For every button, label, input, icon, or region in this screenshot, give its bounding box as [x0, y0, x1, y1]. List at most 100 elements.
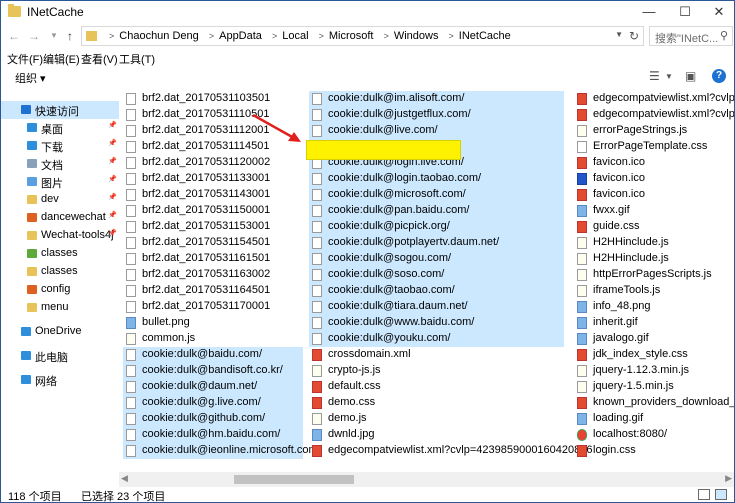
breadcrumb-item[interactable]: Chaochun Deng	[119, 30, 199, 42]
file-item[interactable]: favicon.ico	[574, 187, 734, 203]
nav-item[interactable]: 图片 📌	[1, 173, 119, 191]
nav-item[interactable]: 此电脑	[1, 347, 119, 365]
nav-item[interactable]: dev 📌	[1, 191, 119, 209]
file-item[interactable]: brf2.dat_20170531163002	[123, 267, 303, 283]
file-item[interactable]: brf2.dat_20170531150001	[123, 203, 303, 219]
file-item[interactable]: guide.css	[574, 219, 734, 235]
file-item[interactable]: dwnld.jpg	[309, 427, 564, 443]
nav-item[interactable]: 桌面 📌	[1, 119, 119, 137]
file-item[interactable]: jquery-1.5.min.js	[574, 379, 734, 395]
file-item[interactable]: cookie:dulk@daum.net/	[123, 379, 303, 395]
file-item[interactable]: crossdomain.xml	[309, 347, 564, 363]
file-item[interactable]: brf2.dat_20170531103501	[123, 91, 303, 107]
maximize-button[interactable]: ☐	[667, 1, 703, 23]
file-item[interactable]: cookie:dulk@picpick.org/	[309, 219, 564, 235]
file-item[interactable]: cookie:dulk@ieonline.microsoft.com/	[123, 443, 321, 459]
file-item[interactable]: fwxx.gif	[574, 203, 734, 219]
file-item[interactable]: cookie:dulk@youku.com/	[309, 331, 564, 347]
nav-item[interactable]: Wechat-tools4j 📌	[1, 227, 119, 245]
file-item[interactable]: default.css	[309, 379, 564, 395]
file-item[interactable]: httpErrorPagesScripts.js	[574, 267, 734, 283]
file-item[interactable]: bullet.png	[123, 315, 303, 331]
nav-item[interactable]: 下载 📌	[1, 137, 119, 155]
file-item[interactable]: brf2.dat_20170531164501	[123, 283, 303, 299]
menu-tools[interactable]: 工具(T)	[119, 51, 155, 67]
file-item[interactable]: demo.js	[309, 411, 564, 427]
scrollbar-thumb[interactable]	[234, 475, 354, 484]
file-item[interactable]: brf2.dat_20170531133001	[123, 171, 303, 187]
nav-item[interactable]: menu	[1, 299, 119, 317]
file-item[interactable]: info_48.png	[574, 299, 734, 315]
preview-pane-icon[interactable]: ▣	[685, 69, 696, 83]
file-item[interactable]: errorPageStrings.js	[574, 123, 734, 139]
scroll-left-icon[interactable]: ◀	[121, 473, 128, 484]
address-bar[interactable]: > Chaochun Deng > AppData > Local > Microsof…	[81, 26, 644, 46]
file-item[interactable]: cookie:dulk@justgetflux.com/	[309, 107, 564, 123]
file-item[interactable]: login.css	[574, 443, 734, 459]
up-arrow-icon[interactable]: ↑	[61, 27, 79, 45]
file-item[interactable]: brf2.dat_20170531112001	[123, 123, 303, 139]
minimize-button[interactable]: —	[631, 1, 667, 23]
file-item[interactable]: cookie:dulk@live.com/	[309, 123, 564, 139]
breadcrumb-item[interactable]: Windows	[394, 30, 439, 42]
file-item[interactable]: localhost:8080/	[574, 427, 734, 443]
nav-item[interactable]: 文档 📌	[1, 155, 119, 173]
help-icon[interactable]: ?	[712, 69, 726, 83]
menu-view[interactable]: 查看(V)	[81, 51, 118, 67]
file-item[interactable]: favicon.ico	[574, 155, 734, 171]
file-item[interactable]: cookie:dulk@microsoft.com/	[309, 187, 564, 203]
file-item[interactable]: cookie:dulk@www.baidu.com/	[309, 315, 564, 331]
forward-arrow-icon[interactable]: →	[25, 27, 43, 45]
breadcrumb-item[interactable]: AppData	[219, 30, 262, 42]
file-item[interactable]: edgecompatviewlist.xml?cvlp=423985900016…	[309, 443, 593, 459]
file-item[interactable]: crypto-js.js	[309, 363, 564, 379]
chevron-down-icon[interactable]: ▼	[665, 72, 673, 81]
file-item[interactable]: cookie:dulk@g.live.com/	[123, 395, 303, 411]
search-icon[interactable]: ⚲	[720, 29, 728, 42]
nav-item[interactable]: 快速访问	[1, 101, 119, 119]
file-item[interactable]: cookie:dulk@hm.baidu.com/	[123, 427, 303, 443]
horizontal-scrollbar[interactable]: ◀ ▶	[119, 472, 734, 487]
file-item[interactable]: cookie:dulk@baidu.com/	[123, 347, 303, 363]
view-options-icon[interactable]: ☰	[649, 69, 660, 83]
file-item[interactable]: brf2.dat_20170531143001	[123, 187, 303, 203]
file-item[interactable]: jquery-1.12.3.min.js	[574, 363, 734, 379]
breadcrumb-item[interactable]: Local	[282, 30, 308, 42]
nav-item[interactable]: classes	[1, 245, 119, 263]
file-item[interactable]: cookie:dulk@github.com/	[123, 411, 303, 427]
nav-item[interactable]: dancewechat 📌	[1, 209, 119, 227]
back-arrow-icon[interactable]: ←	[5, 27, 23, 45]
file-item[interactable]: cookie:dulk@login.taobao.com/	[309, 171, 564, 187]
scroll-right-icon[interactable]: ▶	[725, 473, 732, 484]
file-item[interactable]: ErrorPageTemplate.css	[574, 139, 734, 155]
file-item[interactable]: iframeTools.js	[574, 283, 734, 299]
organize-button[interactable]: 组织 ▾	[15, 70, 46, 86]
file-item[interactable]: H2HHinclude.js	[574, 251, 734, 267]
file-item[interactable]: brf2.dat_20170531120002	[123, 155, 303, 171]
file-item[interactable]: favicon.ico	[574, 171, 734, 187]
file-item[interactable]: demo.css	[309, 395, 564, 411]
file-item[interactable]: cookie:dulk@pan.baidu.com/	[309, 203, 564, 219]
file-item[interactable]: javalogo.gif	[574, 331, 734, 347]
file-item[interactable]: cookie:dulk@bandisoft.co.kr/	[123, 363, 303, 379]
large-icons-view-icon[interactable]	[715, 489, 727, 500]
file-item[interactable]: cookie:dulk@im.alisoft.com/	[309, 91, 564, 107]
file-item[interactable]: common.js	[123, 331, 303, 347]
file-item[interactable]: brf2.dat_20170531110501	[123, 107, 303, 123]
file-item[interactable]: cookie:dulk@tiara.daum.net/	[309, 299, 564, 315]
nav-item[interactable]: OneDrive	[1, 323, 119, 341]
details-view-icon[interactable]	[698, 489, 710, 500]
file-item[interactable]: H2HHinclude.js	[574, 235, 734, 251]
file-item[interactable]: loading.gif	[574, 411, 734, 427]
file-item[interactable]: brf2.dat_20170531161501	[123, 251, 303, 267]
file-item[interactable]: cookie:dulk@taobao.com/	[309, 283, 564, 299]
close-button[interactable]: ✕	[701, 1, 735, 23]
file-item[interactable]: brf2.dat_20170531154501	[123, 235, 303, 251]
nav-item[interactable]: classes	[1, 263, 119, 281]
file-item[interactable]: brf2.dat_20170531170001	[123, 299, 303, 315]
refresh-icon[interactable]: ↻	[629, 29, 639, 43]
file-item[interactable]: cookie:dulk@potplayertv.daum.net/	[309, 235, 564, 251]
nav-item[interactable]: config	[1, 281, 119, 299]
breadcrumb-item[interactable]: Microsoft	[329, 30, 374, 42]
search-input[interactable]: 搜索"INetC... ⚲	[649, 26, 733, 46]
